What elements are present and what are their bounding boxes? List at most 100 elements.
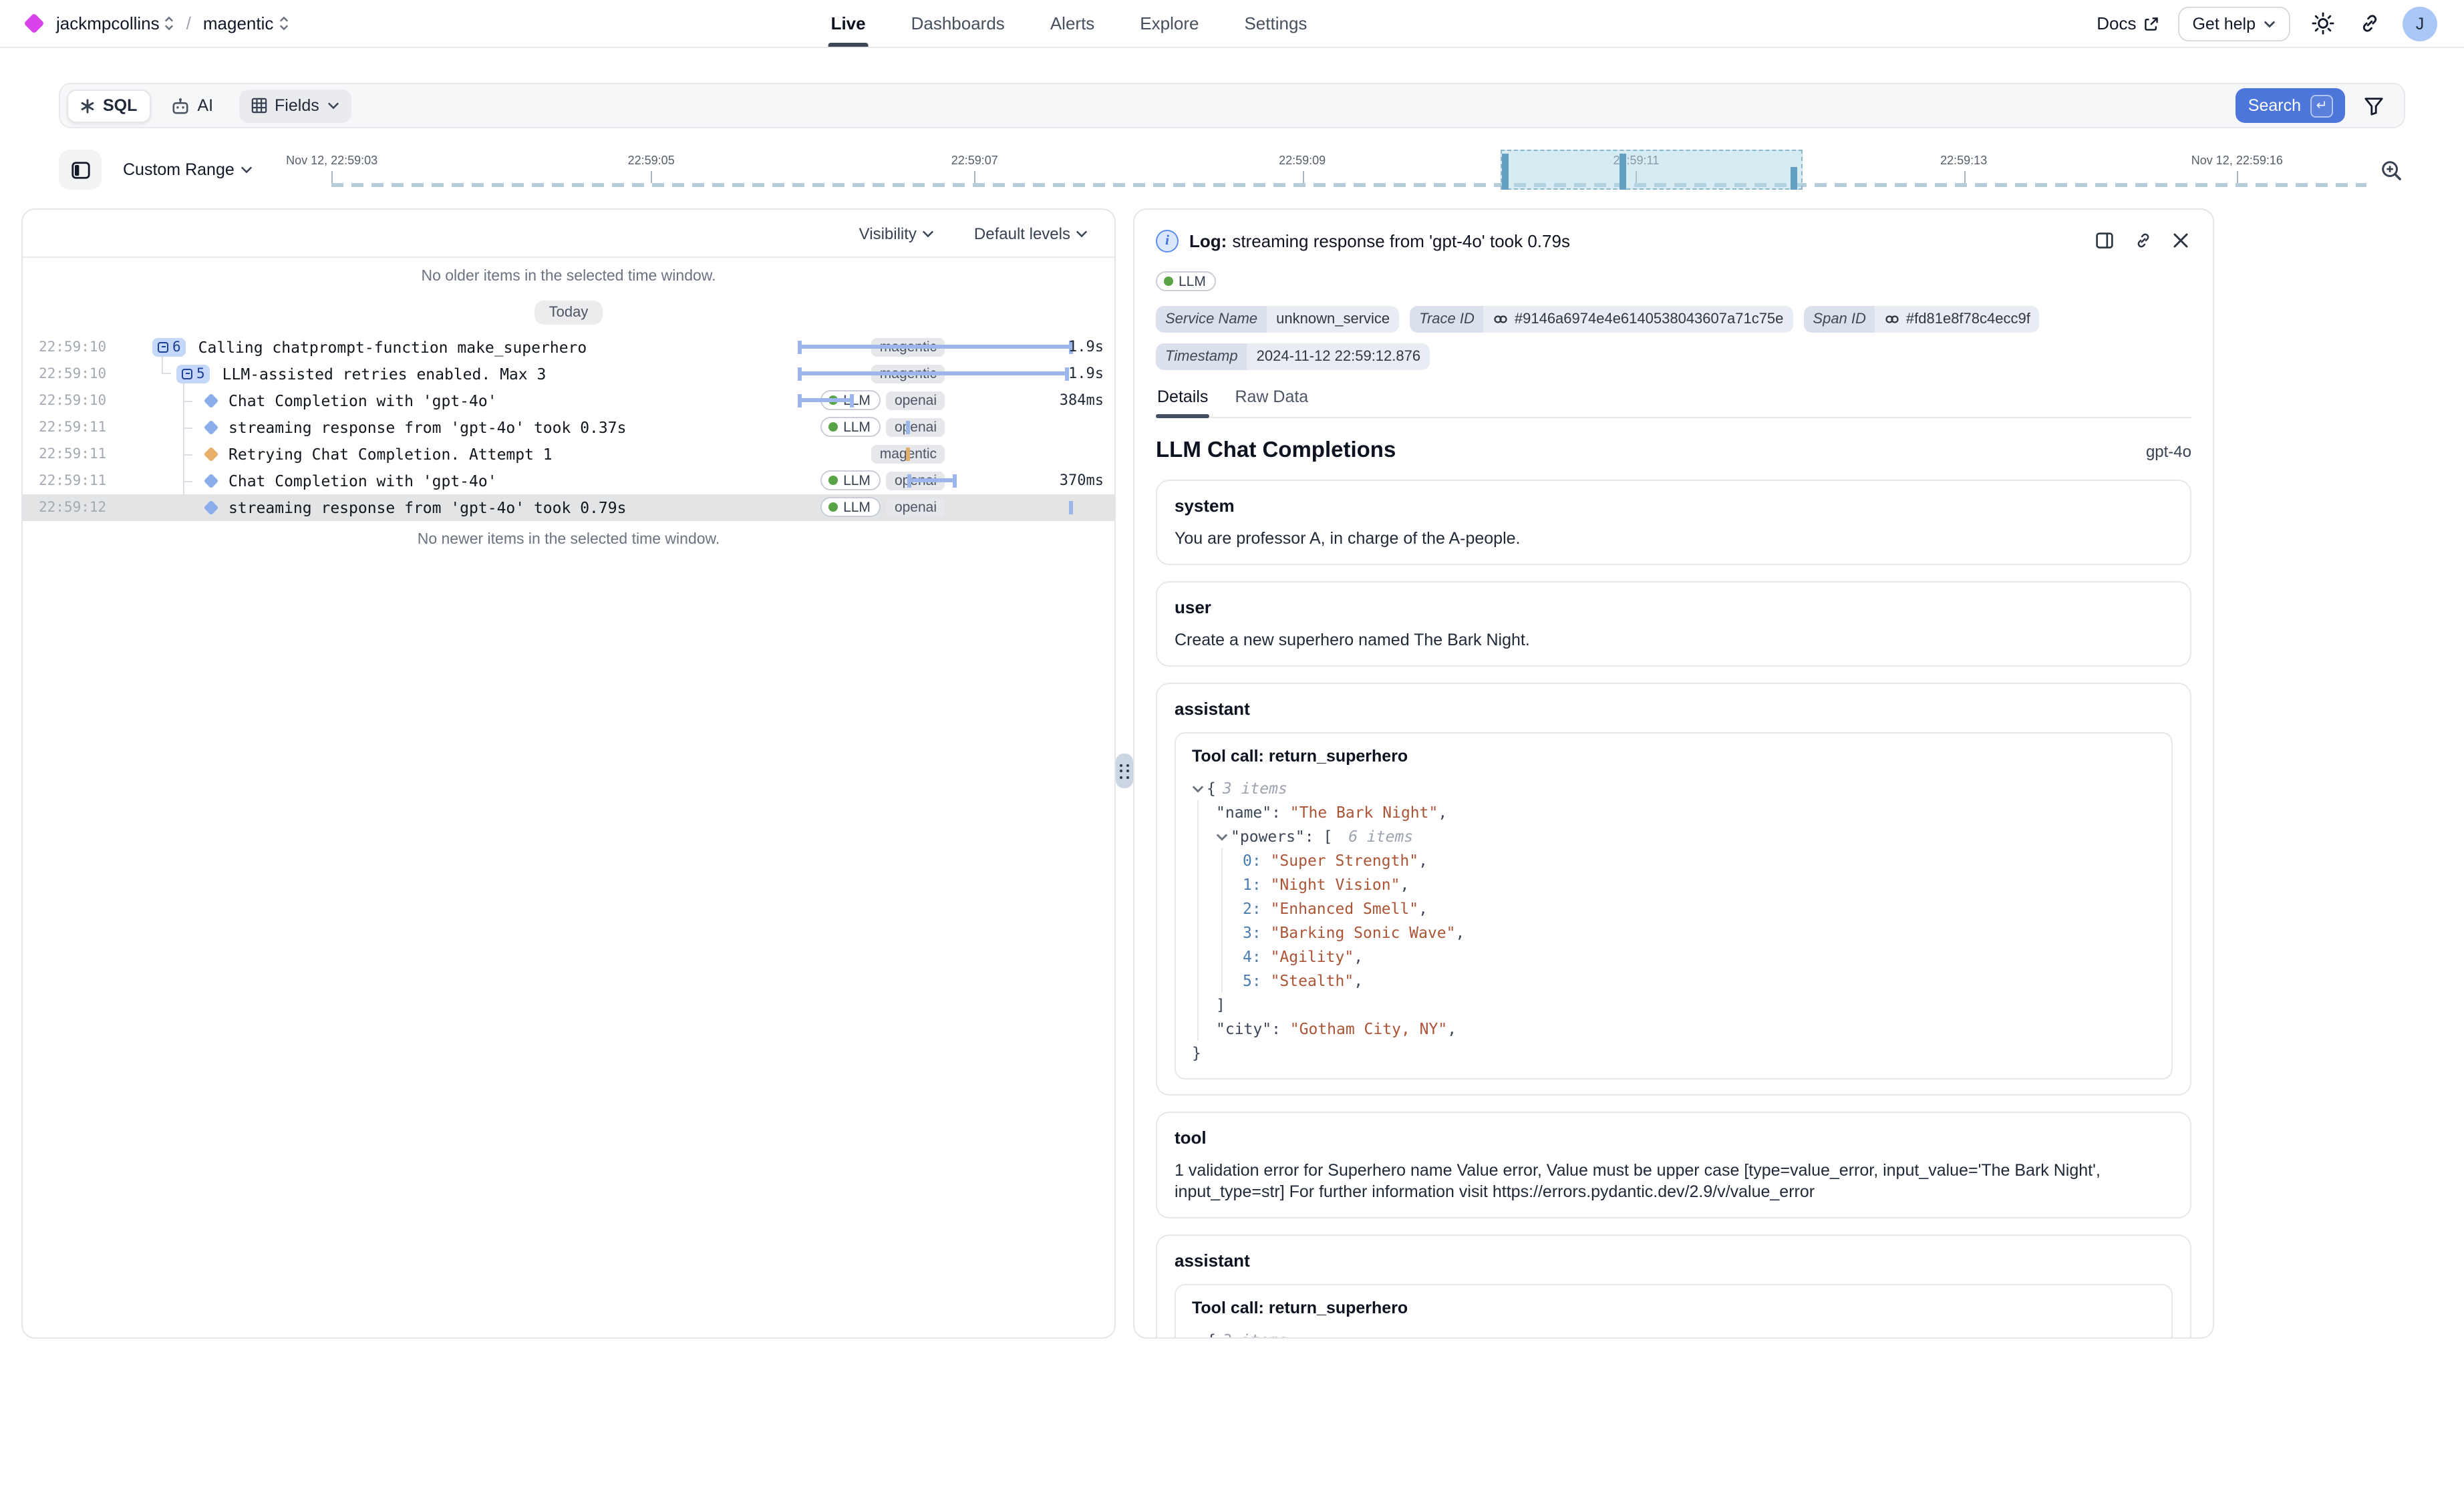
sql-mode-button[interactable]: SQL <box>67 89 150 122</box>
duration: 384ms <box>1060 391 1104 409</box>
zoom-in-button[interactable] <box>2377 156 2405 184</box>
span-bar <box>907 474 957 487</box>
span-icon <box>204 500 219 515</box>
span-bar <box>798 367 1069 380</box>
span-bar <box>798 393 854 407</box>
close-icon <box>2173 232 2189 248</box>
collapse-badge[interactable]: 6 <box>152 337 186 356</box>
org-name: jackmpcollins <box>56 13 160 33</box>
log-message: Retrying Chat Completion. Attempt 1 <box>228 444 553 463</box>
log-time: 22:59:10 <box>39 392 108 408</box>
tab-live[interactable]: Live <box>831 0 866 47</box>
theme-toggle-button[interactable] <box>2309 9 2337 37</box>
sql-label: SQL <box>103 96 137 115</box>
span-id-chip[interactable]: Span ID #fd81e8f78c4ecc9f <box>1803 306 2039 333</box>
chip-value: #fd81e8f78c4ecc9f <box>1906 311 2030 327</box>
link-icon <box>1885 311 1901 327</box>
get-help-button[interactable]: Get help <box>2177 6 2290 41</box>
json-line[interactable]: "powers": [ 6 items <box>1216 824 2155 848</box>
llm-badge: LLM <box>820 470 881 490</box>
logfire-logo-icon[interactable] <box>23 13 44 33</box>
timeline-tick: Nov 12, 22:59:16 <box>2191 154 2283 167</box>
open-in-panel-button[interactable] <box>2093 228 2117 253</box>
chip-value: unknown_service <box>1267 306 1399 333</box>
trace-id-chip[interactable]: Trace ID #9146a6974e4e6140538043607a71c7… <box>1410 306 1793 333</box>
json-line: 3: "Barking Sonic Wave", <box>1243 921 2155 945</box>
message-card-user: user Create a new superhero named The Ba… <box>1156 581 2191 667</box>
search-bar: SQL AI Fields Search ↵ <box>59 83 2405 128</box>
grid-icon <box>251 98 267 114</box>
caret-down-icon <box>1192 1334 1204 1339</box>
detail-header: i Log:streaming response from 'gpt-4o' t… <box>1156 228 2191 253</box>
log-row[interactable]: 22:59:11 Retrying Chat Completion. Attem… <box>23 440 1114 467</box>
chevron-down-icon <box>2264 19 2276 27</box>
log-message: streaming response from 'gpt-4o' took 0.… <box>228 418 626 436</box>
scope-badge: openai <box>887 498 945 516</box>
tab-settings[interactable]: Settings <box>1244 0 1307 47</box>
visibility-dropdown[interactable]: Visibility <box>851 222 942 244</box>
json-line[interactable]: {3 items <box>1192 1328 2155 1339</box>
caret-down-icon <box>1192 782 1204 794</box>
log-row[interactable]: 22:59:11 streaming response from 'gpt-4o… <box>23 413 1114 440</box>
tool-call-card: Tool call: return_superhero {3 items "na… <box>1175 732 2173 1080</box>
tab-alerts[interactable]: Alerts <box>1050 0 1094 47</box>
log-row[interactable]: 22:59:10 Chat Completion with 'gpt-4o' L… <box>23 387 1114 413</box>
chip-label: Span ID <box>1803 306 1875 333</box>
panel-resize-handle[interactable] <box>1116 754 1133 788</box>
timeline-track[interactable]: Nov 12, 22:59:03 22:59:05 22:59:07 22:59… <box>280 146 2366 194</box>
link-icon <box>2358 12 2381 35</box>
project-selector[interactable]: magentic <box>203 13 289 33</box>
llm-badge: LLM <box>820 417 881 437</box>
avatar[interactable]: J <box>2403 6 2437 41</box>
search-row: SQL AI Fields Search ↵ <box>59 83 2405 128</box>
child-count: 5 <box>196 365 205 381</box>
json-line[interactable]: {3 items <box>1192 776 2155 800</box>
tool-call-card: Tool call: return_superhero {3 items "na… <box>1175 1284 2173 1339</box>
time-range-selector[interactable]: Custom Range <box>115 159 261 180</box>
collapse-sidebar-button[interactable] <box>59 150 102 190</box>
log-row[interactable]: 22:59:11 Chat Completion with 'gpt-4o' L… <box>23 467 1114 494</box>
close-button[interactable] <box>2170 230 2191 251</box>
role-label: system <box>1175 496 2173 516</box>
warning-span-icon <box>204 446 219 462</box>
log-rows: 22:59:10 6 Calling chatprompt-function m… <box>23 333 1114 520</box>
log-message: Calling chatprompt-function make_superhe… <box>198 337 587 356</box>
no-older-items-text: No older items in the selected time wind… <box>23 269 1114 285</box>
filter-button[interactable] <box>2358 90 2389 121</box>
today-badge[interactable]: Today <box>534 300 603 324</box>
tab-raw-data[interactable]: Raw Data <box>1233 387 1310 417</box>
levels-dropdown[interactable]: Default levels <box>966 222 1096 244</box>
log-message: LLM-assisted retries enabled. Max 3 <box>222 364 547 383</box>
json-line: 4: "Agility", <box>1243 945 2155 969</box>
json-line: "name": "The Bark Night", <box>1216 800 2155 824</box>
json-line: } <box>1192 1041 2155 1065</box>
span-marker <box>906 447 910 460</box>
scope-badge: openai <box>887 391 945 409</box>
log-row-selected[interactable]: 22:59:12 streaming response from 'gpt-4o… <box>23 494 1114 520</box>
json-viewer: {3 items "name": "THE BARK NIGHT", "powe… <box>1192 1328 2155 1339</box>
tab-details[interactable]: Details <box>1156 387 1209 417</box>
role-label: assistant <box>1175 1251 2173 1271</box>
json-line: 1: "Night Vision", <box>1243 872 2155 896</box>
log-row[interactable]: 22:59:10 5 LLM-assisted retries enabled.… <box>23 360 1114 387</box>
org-selector[interactable]: jackmpcollins <box>56 13 174 33</box>
timeline-selection[interactable] <box>1501 150 1803 190</box>
tick-mark <box>2237 171 2238 183</box>
tab-explore[interactable]: Explore <box>1140 0 1199 47</box>
fields-label: Fields <box>275 96 319 115</box>
fields-button[interactable]: Fields <box>239 89 351 122</box>
share-link-button[interactable] <box>2356 9 2384 37</box>
json-line: 2: "Enhanced Smell", <box>1243 896 2155 921</box>
search-button[interactable]: Search ↵ <box>2236 88 2345 123</box>
json-line: 0: "Super Strength", <box>1243 848 2155 872</box>
panel-icon <box>2095 231 2114 250</box>
timeline-tick: Nov 12, 22:59:03 <box>286 154 377 167</box>
log-row[interactable]: 22:59:10 6 Calling chatprompt-function m… <box>23 333 1114 360</box>
copy-link-button[interactable] <box>2131 228 2155 253</box>
ai-mode-button[interactable]: AI <box>158 89 225 122</box>
tab-dashboards[interactable]: Dashboards <box>911 0 1005 47</box>
llm-badge: LLM <box>820 497 881 517</box>
collapse-badge[interactable]: 5 <box>176 364 210 383</box>
docs-link[interactable]: Docs <box>2097 13 2159 33</box>
search-input[interactable] <box>351 84 2236 127</box>
